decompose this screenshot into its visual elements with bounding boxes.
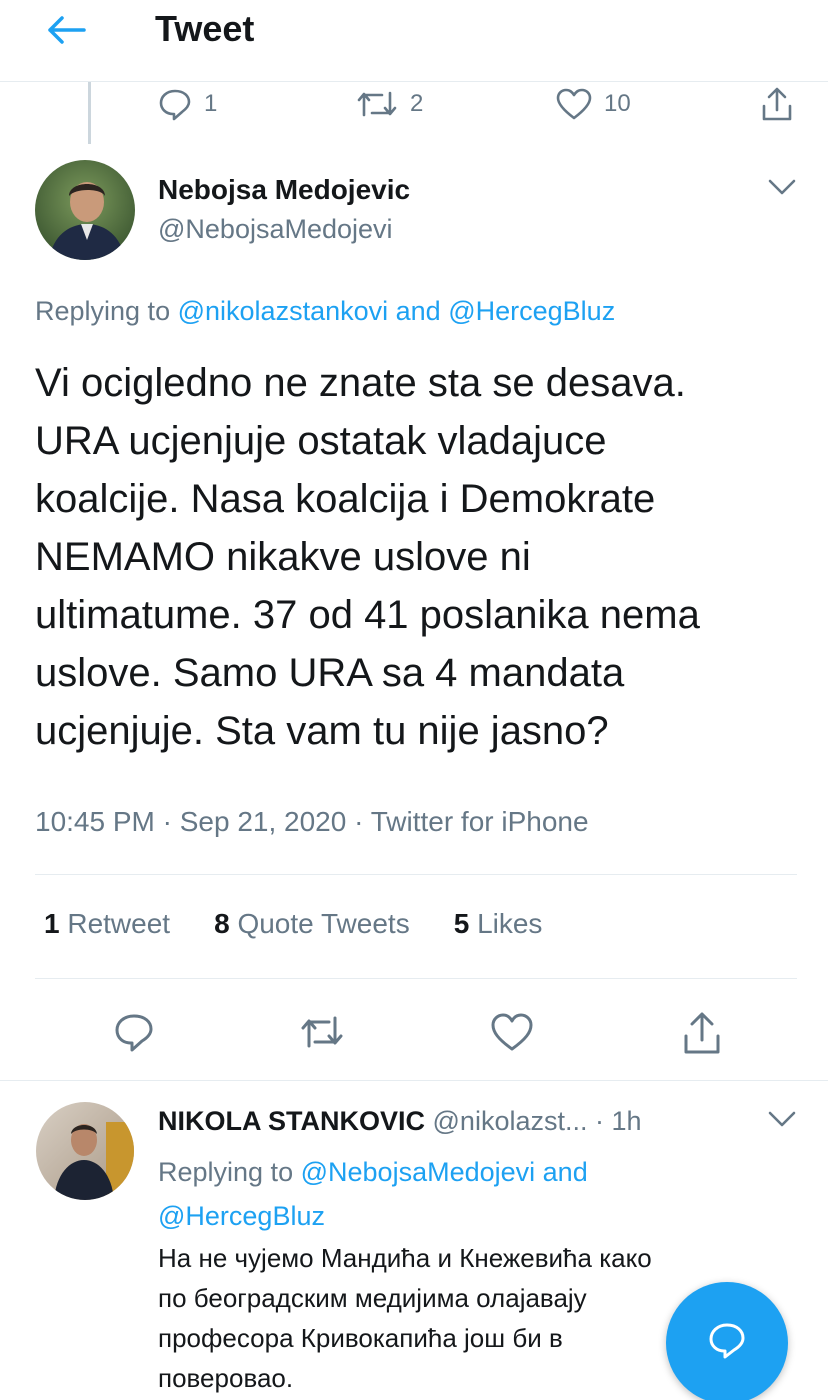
avatar-photo xyxy=(36,1102,134,1200)
reply-author-avatar[interactable] xyxy=(36,1102,134,1200)
share-icon xyxy=(684,1012,720,1054)
share-button[interactable] xyxy=(678,1008,726,1056)
replying-and: and xyxy=(542,1157,588,1187)
arrow-left-icon xyxy=(48,16,86,44)
mention-link[interactable]: @nikolazstankovi xyxy=(178,296,389,326)
retweets-stat[interactable]: 1 Retweet xyxy=(44,908,170,940)
tweet-menu-button[interactable] xyxy=(764,172,800,202)
section-separator xyxy=(0,1080,828,1081)
reply-menu-button[interactable] xyxy=(764,1104,800,1134)
top-bar: Tweet xyxy=(0,0,828,82)
avatar-photo xyxy=(35,160,135,260)
author-avatar[interactable] xyxy=(35,160,135,260)
replying-and: and xyxy=(395,296,441,326)
tweet-stats: 1 Retweet 8 Quote Tweets 5 Likes xyxy=(44,908,586,940)
retweet-icon xyxy=(301,1016,343,1048)
likes-count: 5 xyxy=(453,908,470,939)
replying-prefix: Replying to xyxy=(35,296,171,326)
reply-author-handle[interactable]: @nikolazst... xyxy=(433,1106,588,1136)
mention-link[interactable]: @HercegBluz xyxy=(448,296,615,326)
prev-reply-count: 1 xyxy=(204,90,218,117)
reply-author-name[interactable]: NIKOLA STANKOVIC xyxy=(158,1106,425,1136)
prev-like-count: 10 xyxy=(604,90,631,117)
divider xyxy=(35,874,797,875)
chevron-down-icon xyxy=(768,1111,796,1127)
prev-like-button[interactable]: 10 xyxy=(556,84,631,124)
quotes-count: 8 xyxy=(214,908,230,939)
tweet-text: Vi ocigledno ne znate sta se desava. URA… xyxy=(35,361,700,753)
heart-icon xyxy=(491,1013,533,1051)
prev-retweet-button[interactable]: 2 xyxy=(356,84,423,124)
author-handle[interactable]: @NebojsaMedojevi xyxy=(158,214,393,245)
like-button[interactable] xyxy=(488,1008,536,1056)
reply-timestamp[interactable]: · 1h xyxy=(595,1106,642,1136)
retweets-label: Retweet xyxy=(67,908,171,939)
prev-reply-button[interactable]: 1 xyxy=(158,84,217,124)
reply-icon xyxy=(709,1323,745,1359)
heart-icon xyxy=(556,88,592,120)
tweet-timestamp[interactable]: 10:45 PM · Sep 21, 2020 · Twitter for iP… xyxy=(35,806,589,838)
reply-icon xyxy=(159,89,191,121)
quote-tweets-stat[interactable]: 8 Quote Tweets xyxy=(214,908,410,940)
replying-to-line: Replying to @nikolazstankovi and @Herceg… xyxy=(35,296,615,327)
mention-link[interactable]: @NebojsaMedojevi xyxy=(301,1157,536,1187)
retweet-icon xyxy=(357,91,397,117)
mention-link[interactable]: @HercegBluz xyxy=(158,1201,325,1231)
back-button[interactable] xyxy=(44,10,88,50)
author-name[interactable]: Nebojsa Medojevic xyxy=(158,174,410,206)
divider xyxy=(35,978,797,979)
previous-tweet-actions: 1 2 10 xyxy=(0,82,828,126)
replying-prefix: Replying to xyxy=(158,1157,294,1187)
chevron-down-icon xyxy=(768,179,796,195)
reply-icon xyxy=(115,1014,153,1052)
reply-header: NIKOLA STANKOVIC @nikolazst... · 1h xyxy=(158,1106,642,1137)
retweets-count: 1 xyxy=(44,908,60,939)
retweet-button[interactable] xyxy=(298,1008,346,1056)
share-icon xyxy=(762,87,792,121)
page-title: Tweet xyxy=(155,8,255,49)
reply-button[interactable] xyxy=(110,1008,158,1056)
compose-reply-button[interactable] xyxy=(666,1282,788,1400)
likes-stat[interactable]: 5 Likes xyxy=(454,908,543,940)
prev-share-button[interactable] xyxy=(760,84,794,124)
quotes-label: Quote Tweets xyxy=(237,908,410,939)
reply-replying-to-line: Replying to @NebojsaMedojevi and @Herceg… xyxy=(158,1150,718,1238)
prev-retweet-count: 2 xyxy=(410,90,424,117)
likes-label: Likes xyxy=(477,908,543,939)
